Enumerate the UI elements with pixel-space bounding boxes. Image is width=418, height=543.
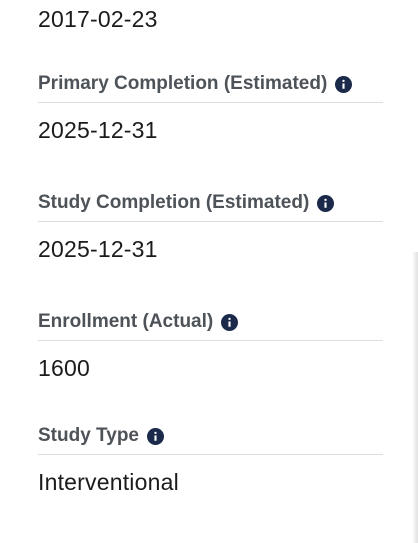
field-value: 2025-12-31	[38, 236, 158, 262]
field-value: 1600	[38, 355, 90, 381]
field-label: Study Type	[38, 425, 139, 446]
panel-edge-shadow	[412, 252, 418, 543]
field-label-row: Study Type	[38, 422, 383, 455]
study-type-field: Study Type Interventional	[38, 422, 383, 496]
field-label: Study Completion (Estimated)	[38, 192, 310, 213]
info-icon[interactable]	[147, 427, 164, 445]
info-icon[interactable]	[221, 313, 239, 331]
field-label-row: Study Completion (Estimated)	[38, 189, 383, 222]
field-value: 2025-12-31	[38, 117, 158, 143]
study-start-value: 2017-02-23	[38, 6, 158, 32]
field-label-row: Primary Completion (Estimated)	[38, 70, 383, 103]
field-label: Enrollment (Actual)	[38, 311, 214, 332]
enrollment-field: Enrollment (Actual) 1600	[38, 308, 383, 382]
field-label-row: Enrollment (Actual)	[38, 308, 383, 341]
primary-completion-field: Primary Completion (Estimated) 2025-12-3…	[38, 70, 383, 144]
info-icon[interactable]	[335, 75, 353, 93]
info-icon[interactable]	[317, 194, 335, 212]
field-label: Primary Completion (Estimated)	[38, 73, 328, 94]
field-value: Interventional	[38, 469, 179, 495]
study-details-panel: 2017-02-23 Primary Completion (Estimated…	[0, 0, 418, 543]
study-completion-field: Study Completion (Estimated) 2025-12-31	[38, 189, 383, 263]
